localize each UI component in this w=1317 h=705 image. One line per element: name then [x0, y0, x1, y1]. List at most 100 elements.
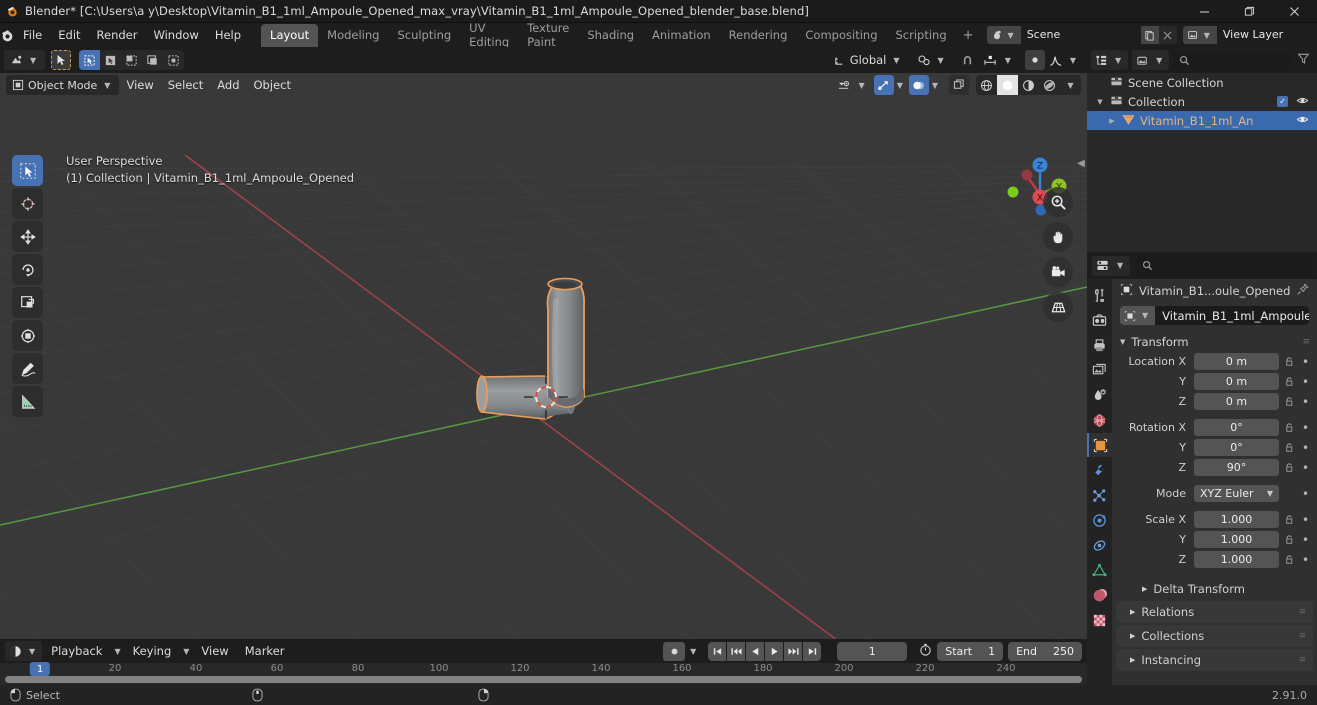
perspective-toggle-icon[interactable]	[1043, 292, 1073, 322]
texture-icon[interactable]	[1087, 608, 1112, 632]
outliner-display-mode-selector[interactable]: ▼	[1132, 50, 1170, 70]
delta-transform-panel[interactable]: ▶ Delta Transform	[1112, 578, 1317, 599]
measure-tool[interactable]	[12, 386, 43, 417]
workspace-tab-sculpting[interactable]: Sculpting	[388, 24, 460, 47]
select-box-icon[interactable]	[79, 50, 101, 70]
constraints-icon[interactable]	[1087, 533, 1112, 557]
auto-keying-dropdown-icon[interactable]: ▼	[690, 647, 696, 656]
select-subtract-icon[interactable]	[121, 50, 142, 70]
select-intersect-icon[interactable]	[142, 50, 163, 70]
workspace-tab-compositing[interactable]: Compositing	[796, 24, 886, 47]
minimize-button[interactable]	[1182, 0, 1227, 23]
rotation-x-row[interactable]: Rotation X 0° •	[1118, 418, 1311, 437]
magnet-snap-toggle[interactable]	[954, 50, 981, 70]
end-frame-value[interactable]: 250	[1053, 645, 1074, 658]
jump-to-start-button[interactable]	[708, 641, 727, 661]
timeline-menu-keying[interactable]: Keying	[126, 641, 179, 661]
workspace-tab-scripting[interactable]: Scripting	[887, 24, 956, 47]
menu-render[interactable]: Render	[89, 25, 146, 45]
playback-dropdown-icon[interactable]: ▼	[114, 647, 120, 656]
lock-icon[interactable]	[1283, 462, 1296, 473]
timeline-menu-view[interactable]: View	[194, 641, 235, 661]
scale-y-row[interactable]: Y 1.000 •	[1118, 530, 1311, 549]
lock-icon[interactable]	[1283, 422, 1296, 433]
location-z-row[interactable]: Z 0 m •	[1118, 392, 1311, 411]
proportional-falloff-toggle[interactable]	[1024, 50, 1045, 70]
scrollbar-track[interactable]	[5, 676, 1082, 683]
outliner-search-input[interactable]	[1173, 50, 1290, 70]
shading-dropdown-icon[interactable]: ▼	[1060, 75, 1081, 95]
outliner-row-collection[interactable]: ▼ Collection ✓	[1087, 92, 1317, 111]
start-frame-value[interactable]: 1	[988, 645, 995, 658]
workspace-tab-modeling[interactable]: Modeling	[318, 24, 388, 47]
material-icon[interactable]	[1087, 583, 1112, 607]
cursor-tool[interactable]	[12, 188, 43, 219]
rotation-x-field[interactable]: 0°	[1194, 419, 1279, 436]
panel-collapse-triangle-icon[interactable]: ▶	[1142, 585, 1147, 593]
select-extend-icon[interactable]	[100, 50, 121, 70]
shading-material-preview-button[interactable]	[1018, 75, 1039, 95]
panel-collapse-triangle-icon[interactable]: ▶	[1130, 632, 1135, 640]
rotation-mode-row[interactable]: Mode XYZ Euler ▼ •	[1118, 484, 1311, 503]
proportional-editing-toggle[interactable]: ▼	[981, 50, 1021, 70]
view-layer-name-field[interactable]: View Layer	[1216, 26, 1317, 44]
frame-range-fields[interactable]: Start 1	[937, 641, 1004, 661]
location-x-field[interactable]: 0 m	[1194, 353, 1279, 370]
shading-rendered-button[interactable]	[1039, 75, 1060, 95]
new-scene-button[interactable]	[1140, 26, 1159, 44]
tweak-select-tool[interactable]	[12, 155, 43, 186]
scale-y-field[interactable]: 1.000	[1194, 531, 1279, 548]
outliner-filter-icon[interactable]	[1294, 52, 1313, 68]
menu-window[interactable]: Window	[145, 25, 206, 45]
location-x-row[interactable]: Location X 0 m •	[1118, 352, 1311, 371]
workspace-tab-rendering[interactable]: Rendering	[720, 24, 797, 47]
animate-property-icon[interactable]: •	[1300, 533, 1311, 547]
lock-icon[interactable]	[1283, 356, 1296, 367]
tool-icon[interactable]	[1087, 283, 1112, 307]
scale-z-field[interactable]: 1.000	[1194, 551, 1279, 568]
close-button[interactable]	[1272, 0, 1317, 23]
transform-orientation-selector[interactable]: Global ▼	[826, 50, 910, 70]
annotate-tool[interactable]	[12, 353, 43, 384]
show-gizmo-toggle[interactable]: ▼	[834, 75, 871, 95]
animate-property-icon[interactable]: •	[1300, 487, 1311, 501]
workspace-tab-animation[interactable]: Animation	[643, 24, 720, 47]
lock-icon[interactable]	[1283, 442, 1296, 453]
animate-property-icon[interactable]: •	[1300, 421, 1311, 435]
animate-property-icon[interactable]: •	[1300, 395, 1311, 409]
object-mode-selector[interactable]: Object Mode ▼	[6, 75, 120, 95]
viewport-menu-select[interactable]: Select	[161, 75, 210, 95]
menu-edit[interactable]: Edit	[50, 25, 88, 45]
animate-property-icon[interactable]: •	[1300, 441, 1311, 455]
animate-property-icon[interactable]: •	[1300, 461, 1311, 475]
menu-file[interactable]: File	[15, 25, 50, 45]
xray-toggle[interactable]	[908, 75, 929, 95]
animate-property-icon[interactable]: •	[1300, 513, 1311, 527]
menu-help[interactable]: Help	[207, 25, 249, 45]
cursor-select-mode-icon[interactable]	[51, 50, 72, 70]
timeline-menu-playback[interactable]: Playback	[44, 641, 109, 661]
rotation-z-field[interactable]: 90°	[1194, 459, 1279, 476]
object-browse-icon[interactable]: ▼	[1120, 306, 1156, 325]
jump-to-end-button[interactable]	[803, 641, 822, 661]
timeline-horizontal-scrollbar[interactable]	[0, 675, 1087, 684]
shading-wireframe-icon[interactable]	[949, 75, 969, 95]
rotation-mode-dropdown[interactable]: XYZ Euler ▼	[1194, 485, 1279, 502]
scene-icon[interactable]	[1087, 383, 1112, 407]
overlays-dropdown-icon[interactable]: ▼	[897, 81, 903, 90]
physics-icon[interactable]	[1087, 508, 1112, 532]
viewport-sidebar-toggle[interactable]: ◀	[1075, 152, 1087, 174]
remove-scene-button[interactable]	[1159, 26, 1177, 44]
workspace-tab-shading[interactable]: Shading	[578, 24, 643, 47]
ampoule-3d-object[interactable]	[0, 47, 1087, 639]
falloff-curve-selector[interactable]: ▼	[1045, 50, 1083, 70]
scale-tool[interactable]	[12, 287, 43, 318]
panel-collapse-triangle-icon[interactable]: ▶	[1130, 656, 1135, 664]
select-difference-icon[interactable]	[163, 50, 184, 70]
object-name-field[interactable]: Vitamin_B1_1ml_Ampoule_...	[1155, 306, 1309, 325]
animate-property-icon[interactable]: •	[1300, 553, 1311, 567]
expand-triangle-icon[interactable]: ▼	[1095, 98, 1105, 106]
relations-panel[interactable]: ▶ Relations ≡	[1116, 601, 1313, 623]
current-frame-field[interactable]: 1	[837, 641, 908, 661]
play-button[interactable]	[765, 641, 784, 661]
